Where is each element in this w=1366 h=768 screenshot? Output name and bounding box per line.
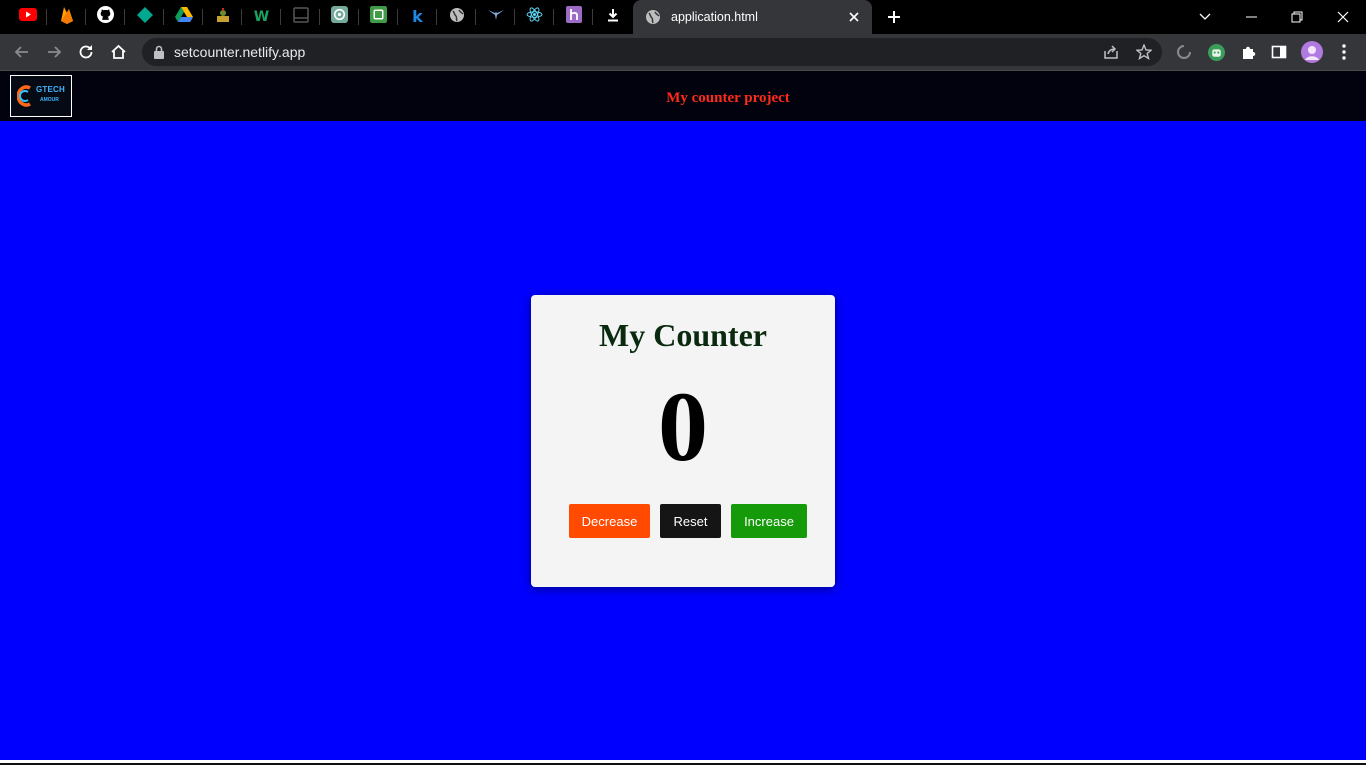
robot-icon <box>1207 43 1225 61</box>
diamond-icon <box>136 6 153 28</box>
pinned-tab-site[interactable] <box>203 0 242 34</box>
avatar <box>1301 41 1323 63</box>
plus-icon <box>888 11 900 23</box>
react-icon <box>526 6 543 28</box>
pinned-tabs: W k <box>8 0 632 34</box>
pinned-tab-window[interactable] <box>281 0 320 34</box>
tab-search-button[interactable] <box>1182 0 1228 34</box>
pinned-tab-bird[interactable] <box>476 0 515 34</box>
browser-tab-strip: W k application.html <box>0 0 1366 34</box>
decrease-button[interactable]: Decrease <box>569 504 650 538</box>
puzzle-icon <box>1243 46 1256 59</box>
active-tab[interactable]: application.html <box>633 0 872 34</box>
close-tab-icon[interactable] <box>846 9 862 25</box>
address-bar[interactable]: setcounter.netlify.app <box>142 38 1162 66</box>
close-window-button[interactable] <box>1320 0 1366 34</box>
kebab-menu-icon <box>1342 44 1346 60</box>
side-panel-button[interactable] <box>1267 40 1291 64</box>
browser-toolbar: setcounter.netlify.app <box>0 34 1366 70</box>
pinned-tab-k[interactable]: k <box>398 0 437 34</box>
pinned-tab-react[interactable] <box>515 0 554 34</box>
new-tab-button[interactable] <box>882 6 906 28</box>
arrow-left-icon <box>14 46 28 58</box>
site-title: My counter project <box>666 90 790 106</box>
extensions-button[interactable] <box>1236 40 1260 64</box>
page-bottom-line <box>0 763 1366 765</box>
share-icon[interactable] <box>1103 44 1119 60</box>
globe-icon <box>449 7 465 28</box>
tab-title: application.html <box>671 10 758 24</box>
lock-icon <box>153 45 165 59</box>
pinned-tab-downloads[interactable] <box>593 0 632 34</box>
back-button[interactable] <box>10 40 34 64</box>
pinned-tab-w[interactable]: W <box>242 0 281 34</box>
pinned-tab-diamond[interactable] <box>125 0 164 34</box>
counter-value: 0 <box>658 371 708 482</box>
close-icon <box>1337 11 1349 23</box>
reload-button[interactable] <box>74 40 98 64</box>
site-icon <box>215 7 231 28</box>
restore-button[interactable] <box>1274 0 1320 34</box>
google-drive-icon <box>174 6 193 28</box>
sheet-icon <box>370 6 387 28</box>
globe-icon <box>645 9 661 25</box>
pinned-tab-globe[interactable] <box>437 0 476 34</box>
browser-menu-button[interactable] <box>1332 40 1356 64</box>
minimize-icon <box>1245 16 1257 18</box>
pinned-tab-firebase[interactable] <box>47 0 86 34</box>
w-icon: W <box>253 9 270 25</box>
page-viewport: GTECH AMOUR My counter project My Counte… <box>0 71 1366 760</box>
loading-ring-icon <box>1177 45 1191 59</box>
bookmark-star-icon[interactable] <box>1135 43 1153 61</box>
pinned-tab-google-drive[interactable] <box>164 0 203 34</box>
pinned-tab-sheet[interactable] <box>359 0 398 34</box>
chevron-down-icon <box>1199 13 1211 20</box>
pinned-tab-youtube[interactable] <box>8 0 47 34</box>
k-icon: k <box>412 7 423 26</box>
heroku-icon <box>565 6 582 28</box>
bird-icon <box>487 8 505 27</box>
youtube-icon <box>18 8 37 26</box>
reload-icon <box>79 45 93 59</box>
pinned-tab-openai[interactable] <box>320 0 359 34</box>
github-icon <box>97 6 114 28</box>
home-button[interactable] <box>106 40 130 64</box>
openai-icon <box>331 6 348 28</box>
url-text: setcounter.netlify.app <box>174 44 306 60</box>
counter-title: My Counter <box>599 317 767 353</box>
firebase-icon <box>60 6 74 29</box>
window-icon <box>292 6 309 28</box>
forward-button[interactable] <box>42 40 66 64</box>
extension-button[interactable] <box>1172 40 1196 64</box>
profile-button[interactable] <box>1300 40 1324 64</box>
reset-button[interactable]: Reset <box>660 504 721 538</box>
counter-card: My Counter 0 Decrease Reset Increase <box>531 295 835 587</box>
extension-robot-button[interactable] <box>1204 40 1228 64</box>
restore-icon <box>1291 11 1303 23</box>
side-panel-icon <box>1271 45 1287 59</box>
download-icon <box>606 8 620 27</box>
home-icon <box>110 44 126 59</box>
arrow-right-icon <box>48 46 62 58</box>
pinned-tab-github[interactable] <box>86 0 125 34</box>
minimize-button[interactable] <box>1228 0 1274 34</box>
increase-button[interactable]: Increase <box>731 504 807 538</box>
pinned-tab-heroku[interactable] <box>554 0 593 34</box>
site-header: GTECH AMOUR My counter project <box>0 71 1366 121</box>
